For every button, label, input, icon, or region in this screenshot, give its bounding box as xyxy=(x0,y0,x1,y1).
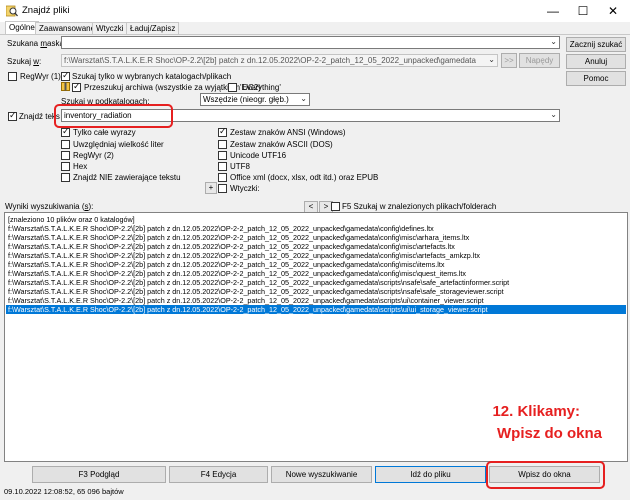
cancel-button[interactable]: Anuluj xyxy=(566,54,626,69)
office-xml-checkbox[interactable] xyxy=(218,173,227,182)
help-button[interactable]: Pomoc xyxy=(566,71,626,86)
search-in-found-label: F5 Szukaj w znalezionych plikach/foldera… xyxy=(342,202,497,211)
go-to-file-button[interactable]: Idź do pliku xyxy=(375,466,486,483)
find-text-checkbox[interactable] xyxy=(8,110,17,121)
annotation-line-2: Wpisz do okna xyxy=(497,425,602,442)
annotation-line-1: 12. Klikamy: xyxy=(492,403,580,420)
search-in-found-checkbox[interactable] xyxy=(331,202,340,211)
not-containing-label: Znajdź NIE zawierające tekstu xyxy=(73,173,181,182)
add-plugin-button[interactable]: + xyxy=(205,182,217,194)
regwyr1-checkbox[interactable] xyxy=(8,72,17,81)
subdirs-select[interactable]: Wszędzie (nieogr. głęb.) ⌄ xyxy=(200,93,310,106)
tab-divider xyxy=(0,34,630,35)
search-for-input[interactable]: ⌄ xyxy=(61,36,560,49)
result-item[interactable]: f:\Warsztat\S.T.A.L.K.E.R Shoc\OP-2.2\[2… xyxy=(8,287,504,296)
title-bar xyxy=(0,0,630,22)
result-item[interactable]: f:\Warsztat\S.T.A.L.K.E.R Shoc\OP-2.2\[2… xyxy=(8,251,480,260)
minimize-button[interactable]: — xyxy=(538,0,568,22)
result-item-selected[interactable]: f:\Warsztat\S.T.A.L.K.E.R Shoc\OP-2.2\[2… xyxy=(6,305,626,314)
ansi-label: Zestaw znaków ANSI (Windows) xyxy=(230,128,346,137)
case-sensitive-label: Uwzględniaj wielkość liter xyxy=(73,140,164,149)
only-selected-label: Szukaj tylko w wybranych katalogach/plik… xyxy=(72,72,232,81)
close-button[interactable]: ✕ xyxy=(598,0,628,22)
regwyr2-checkbox[interactable] xyxy=(61,151,70,160)
result-item[interactable]: f:\Warsztat\S.T.A.L.K.E.R Shoc\OP-2.2\[2… xyxy=(8,296,484,305)
tab-advanced[interactable]: Zaawansowane xyxy=(35,22,100,34)
chevron-down-icon[interactable]: ⌄ xyxy=(488,55,495,64)
not-containing-checkbox[interactable] xyxy=(61,173,70,182)
maximize-button[interactable]: ☐ xyxy=(568,0,598,22)
results-label: Wyniki wyszukiwania (s): xyxy=(5,202,94,211)
utf8-label: UTF8 xyxy=(230,162,250,171)
result-item[interactable]: f:\Warsztat\S.T.A.L.K.E.R Shoc\OP-2.2\[2… xyxy=(8,233,469,242)
utf16-label: Unicode UTF16 xyxy=(230,151,287,160)
highlight-feed-button xyxy=(486,461,605,489)
search-for-label: Szukana maska: xyxy=(7,39,67,48)
tab-general[interactable]: Ogólne xyxy=(5,21,39,34)
search-in-input[interactable]: f:\Warsztat\S.T.A.L.K.E.R Shoc\OP-2.2\[2… xyxy=(61,54,498,67)
ascii-checkbox[interactable] xyxy=(218,140,227,149)
ansi-checkbox[interactable] xyxy=(218,126,227,137)
result-item[interactable]: f:\Warsztat\S.T.A.L.K.E.R Shoc\OP-2.2\[2… xyxy=(8,224,434,233)
new-search-button[interactable]: Nowe wyszukiwanie xyxy=(271,466,372,483)
everything-checkbox[interactable] xyxy=(228,83,237,92)
edit-button[interactable]: F4 Edycja xyxy=(169,466,268,483)
window-title: Znajdź pliki xyxy=(22,5,70,16)
plugins-checkbox[interactable] xyxy=(218,184,227,193)
whole-words-checkbox[interactable] xyxy=(61,126,70,137)
plugins-label: Wtyczki: xyxy=(230,184,260,193)
chevron-down-icon[interactable]: ⌄ xyxy=(550,110,557,119)
case-sensitive-checkbox[interactable] xyxy=(61,140,70,149)
result-item[interactable]: f:\Warsztat\S.T.A.L.K.E.R Shoc\OP-2.2\[2… xyxy=(8,269,466,278)
preview-button[interactable]: F3 Podgląd xyxy=(32,466,166,483)
everything-label: 'Everything' xyxy=(240,83,281,92)
status-bar: 09.10.2022 12:08:52, 65 096 bajtów xyxy=(4,487,124,496)
office-xml-label: Office xml (docx, xlsx, odt itd.) oraz E… xyxy=(230,173,379,182)
result-item[interactable]: f:\Warsztat\S.T.A.L.K.E.R Shoc\OP-2.2\[2… xyxy=(8,242,455,251)
chevron-down-icon[interactable]: ⌄ xyxy=(550,37,557,46)
highlight-find-text xyxy=(54,104,173,128)
whole-words-label: Tylko całe wyrazy xyxy=(73,128,136,137)
drives-button[interactable]: Napędy xyxy=(519,53,560,68)
archive-icon xyxy=(61,82,70,91)
regwyr2-label: RegWyr (2) xyxy=(73,151,114,160)
results-summary: [znaleziono 10 plików oraz 0 katalogów] xyxy=(8,215,135,224)
browse-button[interactable]: >> xyxy=(501,53,517,68)
search-in-label: Szukaj w: xyxy=(7,57,42,66)
tab-load-save[interactable]: Ładuj/Zapisz xyxy=(126,22,180,34)
only-selected-checkbox[interactable] xyxy=(61,70,70,81)
result-item[interactable]: f:\Warsztat\S.T.A.L.K.E.R Shoc\OP-2.2\[2… xyxy=(8,260,444,269)
utf16-checkbox[interactable] xyxy=(218,151,227,160)
utf8-checkbox[interactable] xyxy=(218,162,227,171)
tab-plugins[interactable]: Wtyczki xyxy=(92,22,128,34)
regwyr1-label: RegWyr (1) xyxy=(20,72,61,81)
result-item[interactable]: f:\Warsztat\S.T.A.L.K.E.R Shoc\OP-2.2\[2… xyxy=(8,278,509,287)
hex-checkbox[interactable] xyxy=(61,162,70,171)
chevron-down-icon[interactable]: ⌄ xyxy=(300,94,307,103)
archives-checkbox[interactable] xyxy=(72,81,81,92)
search-icon xyxy=(6,5,18,17)
ascii-label: Zestaw znaków ASCII (DOS) xyxy=(230,140,333,149)
start-search-button[interactable]: Zacznij szukać xyxy=(566,37,626,52)
hex-label: Hex xyxy=(73,162,88,171)
